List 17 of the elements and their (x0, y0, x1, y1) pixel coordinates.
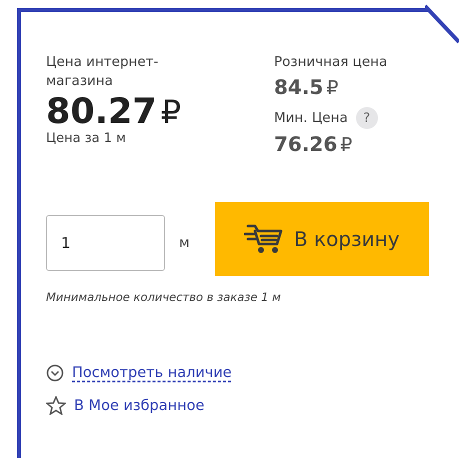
star-icon (46, 396, 66, 415)
min-order-note: Минимальное количество в заказе 1 м (46, 290, 282, 304)
chevron-circle-icon (46, 364, 64, 382)
price-label: Розничная цена (274, 53, 388, 72)
min-price: 76.26₽ (274, 131, 352, 158)
online-price: 80.27₽ (46, 91, 182, 132)
cart-icon (244, 223, 284, 255)
add-to-cart-button[interactable]: В корзину (214, 202, 429, 276)
price-label: Мин. Цена (274, 108, 348, 128)
favorites-link[interactable]: В Мое избранное (74, 398, 204, 414)
quantity-field[interactable]: 1 (46, 215, 165, 271)
price-label: Цена интернет-магазина (46, 53, 160, 91)
unit-label: м (179, 235, 191, 251)
availability-link[interactable]: Посмотреть наличие (72, 365, 232, 381)
price-unit-note: Цена за 1 м (46, 131, 127, 146)
help-icon[interactable]: ? (356, 107, 378, 129)
retail-price: 84.5₽ (274, 74, 338, 101)
